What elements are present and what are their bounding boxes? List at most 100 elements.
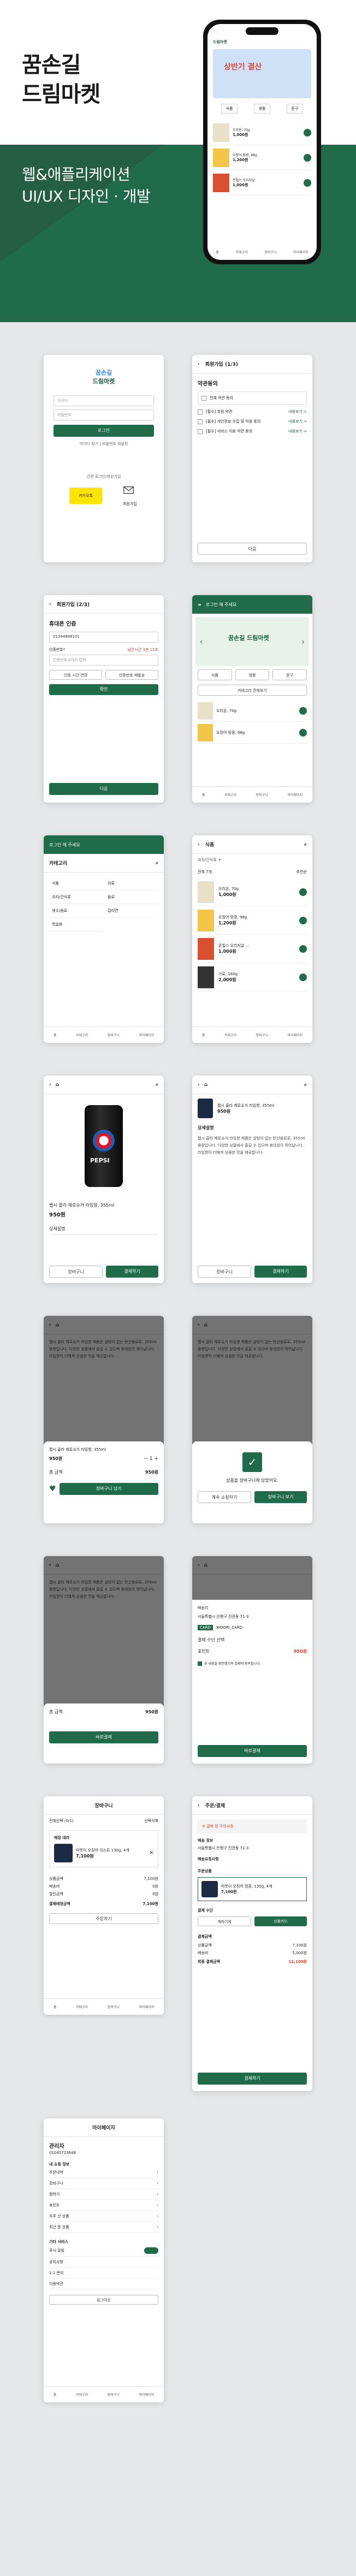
back-icon[interactable]: ‹ — [49, 1082, 51, 1088]
home-banner[interactable]: ‹ › 꿈손길 드림마켓 — [195, 617, 309, 666]
category-item[interactable]: 식품 — [48, 877, 104, 891]
pay-card-option[interactable]: 신용카드 — [254, 1916, 307, 1926]
cart-add-icon[interactable] — [299, 973, 307, 981]
search-icon[interactable]: ⌕ — [304, 1082, 307, 1088]
resend-code-button[interactable]: 인증번호 재발송 — [105, 670, 158, 680]
checkout-pay-button[interactable]: 결제하기 — [198, 2073, 307, 2085]
nav-mypage[interactable]: 마이페이지 — [139, 1032, 155, 1037]
buy-now-button[interactable]: 바로결제 — [49, 1731, 158, 1743]
nav-home[interactable]: 홈 — [54, 1032, 57, 1037]
nav-category[interactable]: 카테고리 — [76, 2392, 88, 2397]
terms-item-3[interactable]: [필수] 서비스 이용 약관 동의 내용보기 > — [198, 429, 307, 434]
verify-next-button[interactable]: 다음 — [49, 783, 158, 795]
product-list-item[interactable]: 가로, 160g 2,000원 — [198, 963, 307, 992]
product-list-item[interactable]: 오리온, 70g 1,000원 — [198, 878, 307, 906]
push-toggle[interactable] — [144, 2247, 158, 2254]
terms-item-1[interactable]: [필수] 회원 약관 내용보기 > — [198, 409, 307, 414]
search-icon[interactable]: ⌕ — [156, 1082, 158, 1088]
nav-cart[interactable]: 장바구니 — [256, 792, 268, 797]
buy-now-button[interactable]: 결제하기 — [254, 1266, 307, 1278]
cart-add-icon[interactable] — [299, 707, 307, 715]
go-cart-button[interactable]: 장바구니 보기 — [254, 1491, 307, 1503]
mypage-etc-item[interactable]: 1:1 문의 — [49, 2268, 158, 2278]
banner-prev-icon[interactable]: ‹ — [200, 638, 203, 646]
nav-cart[interactable]: 장바구니 — [108, 2392, 120, 2397]
mypage-menu-item[interactable]: 주문내역 › — [49, 2167, 158, 2178]
nav-category[interactable]: 카테고리 — [224, 1032, 236, 1037]
phone-input[interactable]: 01094886101 — [49, 632, 158, 643]
terms-agree-all[interactable]: 전체 약관 동의 — [198, 391, 307, 405]
kakao-login-button[interactable]: 카카오톡 — [69, 488, 102, 504]
nav-mypage[interactable]: 마이페이지 — [139, 2004, 155, 2009]
close-icon[interactable]: ✕ — [149, 1850, 153, 1856]
nav-home[interactable]: 홈 — [202, 1032, 205, 1037]
verify-confirm-button[interactable]: 확인 — [49, 684, 158, 695]
nav-mypage[interactable]: 마이페이지 — [288, 792, 303, 797]
cart-add-icon[interactable] — [299, 916, 307, 924]
delete-selected-link[interactable]: 선택삭제 — [144, 1818, 158, 1824]
product-list-item[interactable]: 존칩스 오리지날 ... 1,000원 — [198, 935, 307, 963]
category-item[interactable]: 학습용 — [48, 918, 104, 931]
product-list-item[interactable]: 오징어 땅콩, 98g 1,200원 — [198, 906, 307, 935]
category-item[interactable]: 의류 — [104, 877, 159, 891]
quick-pay-button[interactable]: 바로결제 — [198, 1745, 307, 1757]
home-product-row[interactable]: 오리온, 70g — [198, 700, 307, 722]
banner-next-icon[interactable]: › — [301, 638, 305, 646]
search-icon[interactable]: ⌕ — [304, 842, 307, 847]
mypage-menu-item[interactable]: 장바구니 › — [49, 2178, 158, 2189]
nav-category[interactable]: 카테고리 — [224, 792, 236, 797]
add-cart-confirm-button[interactable]: 장바구니 담기 — [59, 1483, 158, 1495]
dim-overlay[interactable] — [192, 1556, 312, 1600]
back-icon[interactable]: ‹ — [49, 602, 51, 607]
cart-add-icon[interactable] — [299, 888, 307, 896]
select-all-checkbox[interactable]: 전체선택 (0/1) — [49, 1818, 74, 1824]
terms-item-2[interactable]: [필수] 개인정보 수집 및 이용 동의 내용보기 > — [198, 419, 307, 424]
home-icon[interactable]: ⌂ — [56, 1082, 59, 1088]
terms-next-button[interactable]: 다음 — [198, 543, 307, 555]
home-tab-stationery[interactable]: 문구 — [272, 669, 307, 680]
sort-select[interactable]: 추천순 — [296, 869, 307, 875]
checkbox-icon[interactable] — [201, 395, 206, 401]
login-id-input[interactable]: 아이디 — [54, 395, 154, 406]
nav-cart[interactable]: 장바구니 — [108, 2004, 120, 2009]
back-icon[interactable]: ‹ — [198, 1082, 200, 1088]
list-filter[interactable]: 과자/간식류 ▾ — [192, 854, 312, 866]
mypage-etc-item[interactable]: 이용약관 — [49, 2278, 158, 2289]
checkbox-icon[interactable] — [198, 1661, 202, 1666]
code-input[interactable]: 인증번호 6자리 입력 — [49, 655, 158, 666]
back-icon[interactable]: ‹ — [198, 1803, 200, 1808]
login-button[interactable]: 로그인 — [54, 425, 154, 437]
home-tab-food[interactable]: 식품 — [198, 669, 232, 680]
detail-tab[interactable]: 상세설명 — [49, 1226, 158, 1234]
cart-add-icon[interactable] — [299, 945, 307, 953]
nav-cart[interactable]: 장바구니 — [256, 1032, 268, 1037]
order-button[interactable]: 주문하기 — [49, 1913, 158, 1924]
nav-home[interactable]: 홈 — [54, 2392, 57, 2397]
category-item[interactable]: 컵라면 — [104, 904, 159, 918]
nav-category[interactable]: 카테고리 — [76, 2004, 88, 2009]
add-to-cart-button[interactable]: 장바구니 — [49, 1266, 103, 1278]
heart-icon[interactable]: ♥ — [49, 1485, 56, 1493]
login-password-input[interactable]: 비밀번호 — [54, 409, 154, 420]
category-item[interactable]: 과자/간식류 — [48, 891, 104, 904]
continue-shopping-button[interactable]: 계속 쇼핑하기 — [198, 1491, 251, 1503]
signup-button[interactable]: 회원가입 — [122, 485, 138, 507]
mypage-menu-item[interactable]: 찜하기 › — [49, 2189, 158, 2200]
mypage-menu-item[interactable]: 포인트 › — [49, 2200, 158, 2211]
home-tab-living[interactable]: 생활 — [235, 669, 270, 680]
logout-button[interactable]: 로그아웃 — [49, 2295, 158, 2305]
menu-icon[interactable]: ≡ — [198, 602, 201, 607]
qty-stepper[interactable]: − 1 + — [144, 1456, 158, 1462]
nav-home[interactable]: 홈 — [54, 2004, 57, 2009]
mypage-menu-item[interactable]: 최근 본 상품 › — [49, 2222, 158, 2233]
add-to-cart-button[interactable]: 장바구니 — [198, 1266, 251, 1278]
find-account-links[interactable]: 아이디 찾기 | 비밀번호 재설정 — [54, 441, 154, 447]
home-product-row[interactable]: 오징어 땅콩, 98g — [198, 722, 307, 744]
nav-home[interactable]: 홈 — [202, 792, 205, 797]
nav-category[interactable]: 카테고리 — [76, 1032, 88, 1037]
back-icon[interactable]: ‹ — [198, 361, 200, 367]
back-icon[interactable]: ‹ — [198, 842, 200, 847]
all-category-button[interactable]: 카테고리 전체보기 — [198, 685, 307, 696]
pay-transfer-option[interactable]: 계좌이체 — [198, 1916, 251, 1926]
mypage-etc-item[interactable]: 공지사항 — [49, 2257, 158, 2268]
